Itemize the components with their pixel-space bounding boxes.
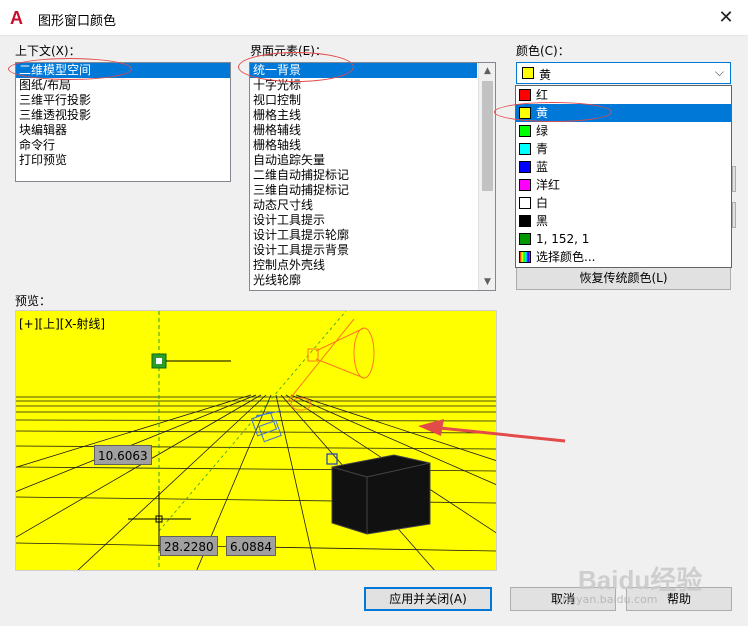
interface-element-item[interactable]: 栅格轴线: [250, 138, 477, 153]
color-swatch-icon: [519, 179, 531, 191]
interface-element-item[interactable]: 设计工具提示背景: [250, 243, 477, 258]
annotation-ellipse: [238, 52, 354, 82]
color-label: 颜色(C)：: [516, 44, 570, 58]
interface-element-item[interactable]: 光线轮廓: [250, 273, 477, 288]
context-item[interactable]: 图纸/布局: [16, 78, 230, 93]
color-option[interactable]: 1, 152, 1: [516, 230, 731, 248]
color-option[interactable]: 绿: [516, 122, 731, 140]
scroll-down-icon[interactable]: ▼: [479, 274, 495, 290]
color-option-label: 黑: [536, 214, 549, 228]
interface-element-item[interactable]: 三维自动捕捉标记: [250, 183, 477, 198]
scroll-thumb[interactable]: [482, 81, 493, 191]
preview-label: 预览：: [15, 294, 52, 308]
annotation-ellipse: [494, 102, 612, 122]
context-listbox[interactable]: 二维模型空间 图纸/布局 三维平行投影 三维透视投影 块编辑器 命令行 打印预览: [15, 62, 231, 182]
context-item[interactable]: 三维透视投影: [16, 108, 230, 123]
color-option-label: 1, 152, 1: [536, 232, 590, 246]
interface-element-item[interactable]: 设计工具提示: [250, 213, 477, 228]
dimension-tooltip: 10.6063: [94, 445, 152, 465]
interface-element-item[interactable]: 控制点外壳线: [250, 258, 477, 273]
close-icon[interactable]: ✕: [716, 8, 736, 28]
selected-color-value: 黄: [539, 68, 552, 82]
color-option[interactable]: 青: [516, 140, 731, 158]
context-item[interactable]: 三维平行投影: [16, 93, 230, 108]
viewport-label: [+][上][X-射线]: [19, 317, 106, 331]
color-option[interactable]: 洋红: [516, 176, 731, 194]
selected-color-swatch: [522, 67, 534, 79]
interface-element-item[interactable]: 设计工具提示轮廓: [250, 228, 477, 243]
title-bar: A 图形窗口颜色 ✕: [0, 0, 748, 36]
color-option[interactable]: 蓝: [516, 158, 731, 176]
scroll-up-icon[interactable]: ▲: [479, 63, 495, 79]
baidu-watermark-logo: Baidu经验: [578, 565, 703, 595]
color-option-label: 青: [536, 142, 549, 156]
color-option-label: 蓝: [536, 160, 549, 174]
color-swatch-icon: [519, 251, 531, 263]
color-swatch-icon: [519, 215, 531, 227]
interface-scrollbar[interactable]: ▲ ▼: [478, 63, 495, 290]
hidden-side-button[interactable]: [732, 166, 736, 192]
hidden-side-button[interactable]: [732, 202, 736, 228]
interface-element-item[interactable]: 二维自动捕捉标记: [250, 168, 477, 183]
interface-element-listbox[interactable]: 统一背景 十字光标 视口控制 栅格主线 栅格辅线 栅格轴线 自动追踪矢量 二维自动捕捉标记 三维…: [249, 62, 496, 291]
annotation-ellipse: [8, 58, 132, 80]
interface-element-item[interactable]: 视口控制: [250, 93, 477, 108]
interface-element-item[interactable]: 自动追踪矢量: [250, 153, 477, 168]
color-swatch-icon: [519, 143, 531, 155]
autocad-logo-icon: A: [10, 8, 23, 28]
color-swatch-icon: [519, 161, 531, 173]
chevron-down-icon[interactable]: ⌵: [715, 65, 724, 80]
dimension-tooltip: 6.0884: [226, 536, 276, 556]
apply-and-close-button[interactable]: 应用并关闭(A): [364, 587, 492, 611]
interface-element-item[interactable]: 栅格辅线: [250, 123, 477, 138]
color-option[interactable]: 选择颜色...: [516, 248, 731, 266]
color-swatch-icon: [519, 125, 531, 137]
color-swatch-icon: [519, 89, 531, 101]
context-item[interactable]: 打印预览: [16, 153, 230, 168]
color-option[interactable]: 白: [516, 194, 731, 212]
color-option-label: 白: [536, 196, 549, 210]
color-swatch-icon: [519, 233, 531, 245]
dimension-tooltip: 28.2280: [160, 536, 218, 556]
context-item[interactable]: 命令行: [16, 138, 230, 153]
color-swatch-icon: [519, 197, 531, 209]
window-title: 图形窗口颜色: [38, 14, 117, 29]
baidu-watermark-url: jingyan.baidu.com: [556, 593, 658, 606]
restore-classic-colors-button[interactable]: 恢复传统颜色(L): [516, 266, 731, 290]
color-option[interactable]: 黑: [516, 212, 731, 230]
color-option-label: 绿: [536, 124, 549, 138]
color-option-label: 洋红: [536, 178, 561, 192]
interface-element-item[interactable]: 动态尺寸线: [250, 198, 477, 213]
color-combobox[interactable]: 黄 ⌵: [516, 62, 731, 84]
interface-element-item[interactable]: 栅格主线: [250, 108, 477, 123]
preview-scene-graphic: [16, 311, 496, 570]
context-label: 上下文(X)：: [15, 44, 81, 58]
color-option-label: 选择颜色...: [536, 250, 596, 264]
preview-viewport: [+][上][X-射线] 10.6063 28.2280 6.0884: [15, 310, 497, 571]
context-item[interactable]: 块编辑器: [16, 123, 230, 138]
